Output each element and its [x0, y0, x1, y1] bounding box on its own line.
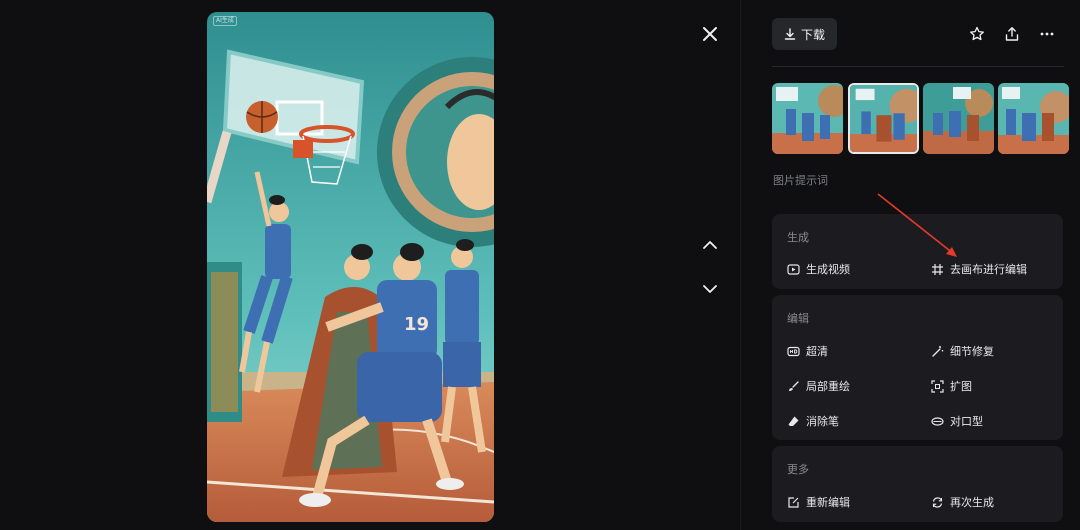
action-label: 局部重绘 [806, 380, 850, 393]
thumbnail-image [998, 83, 1069, 154]
edit-section: 编辑 超清 细节修复 局部重绘 扩图 消除笔 对口型 [772, 295, 1063, 440]
section-title: 生成 [787, 231, 809, 244]
more-section: 更多 重新编辑 再次生成 [772, 446, 1063, 522]
thumbnail-image [850, 85, 917, 152]
share-button[interactable] [1000, 22, 1024, 46]
more-button[interactable] [1035, 22, 1059, 46]
hd-icon [787, 345, 800, 358]
toolbar-divider [772, 66, 1064, 67]
edit-box-icon [787, 496, 800, 509]
ai-generated-badge: AI生成 [213, 16, 237, 26]
lip-sync-button[interactable]: 对口型 [931, 413, 983, 429]
panel-divider [740, 0, 741, 530]
image-prompt-label: 图片提示词 [773, 174, 828, 187]
video-icon [787, 263, 800, 276]
thumbnail-2[interactable] [848, 83, 919, 154]
eraser-icon [787, 415, 800, 428]
detail-repair-button[interactable]: 细节修复 [931, 343, 994, 359]
action-label: 对口型 [950, 415, 983, 428]
jersey-number: 19 [404, 314, 429, 335]
mouth-icon [931, 415, 944, 428]
generate-section: 生成 生成视频 去画布进行编辑 [772, 214, 1063, 289]
crop-canvas-icon [931, 263, 944, 276]
basketball-illustration: 19 [207, 12, 494, 522]
favorite-button[interactable] [965, 22, 989, 46]
re-edit-button[interactable]: 重新编辑 [787, 494, 850, 510]
thumbnail-1[interactable] [772, 83, 843, 154]
expand-icon [931, 379, 944, 393]
thumbnail-image [772, 83, 843, 154]
refresh-icon [931, 496, 944, 509]
action-label: 消除笔 [806, 415, 839, 428]
edit-on-canvas-button[interactable]: 去画布进行编辑 [931, 261, 1027, 277]
expand-image-button[interactable]: 扩图 [931, 378, 972, 394]
upscale-button[interactable]: 超清 [787, 343, 828, 359]
download-label: 下载 [800, 27, 825, 42]
action-label: 重新编辑 [806, 496, 850, 509]
chevron-up-icon [703, 240, 717, 249]
chevron-down-icon [703, 284, 717, 293]
close-button[interactable] [697, 21, 723, 47]
brush-icon [787, 380, 800, 393]
action-label: 细节修复 [950, 345, 994, 358]
action-label: 去画布进行编辑 [950, 263, 1027, 276]
section-title: 更多 [787, 463, 809, 476]
action-label: 生成视频 [806, 263, 850, 276]
inpaint-button[interactable]: 局部重绘 [787, 378, 850, 394]
action-label: 扩图 [950, 380, 972, 393]
action-label: 超清 [806, 345, 828, 358]
thumbnail-4[interactable] [998, 83, 1069, 154]
previous-image-button[interactable] [697, 231, 723, 257]
section-title: 编辑 [787, 312, 809, 325]
thumbnail-image [923, 83, 994, 154]
close-icon [703, 27, 717, 41]
download-icon [784, 28, 796, 40]
magic-wand-icon [931, 345, 944, 358]
star-icon [970, 26, 984, 41]
regenerate-button[interactable]: 再次生成 [931, 494, 994, 510]
share-icon [1005, 27, 1019, 41]
eraser-button[interactable]: 消除笔 [787, 413, 839, 429]
main-image: 19 AI生成 [207, 12, 494, 522]
more-icon [1040, 32, 1054, 36]
download-button[interactable]: 下载 [772, 18, 837, 50]
thumbnail-3[interactable] [923, 83, 994, 154]
generate-video-button[interactable]: 生成视频 [787, 261, 850, 277]
action-label: 再次生成 [950, 496, 994, 509]
next-image-button[interactable] [697, 276, 723, 302]
